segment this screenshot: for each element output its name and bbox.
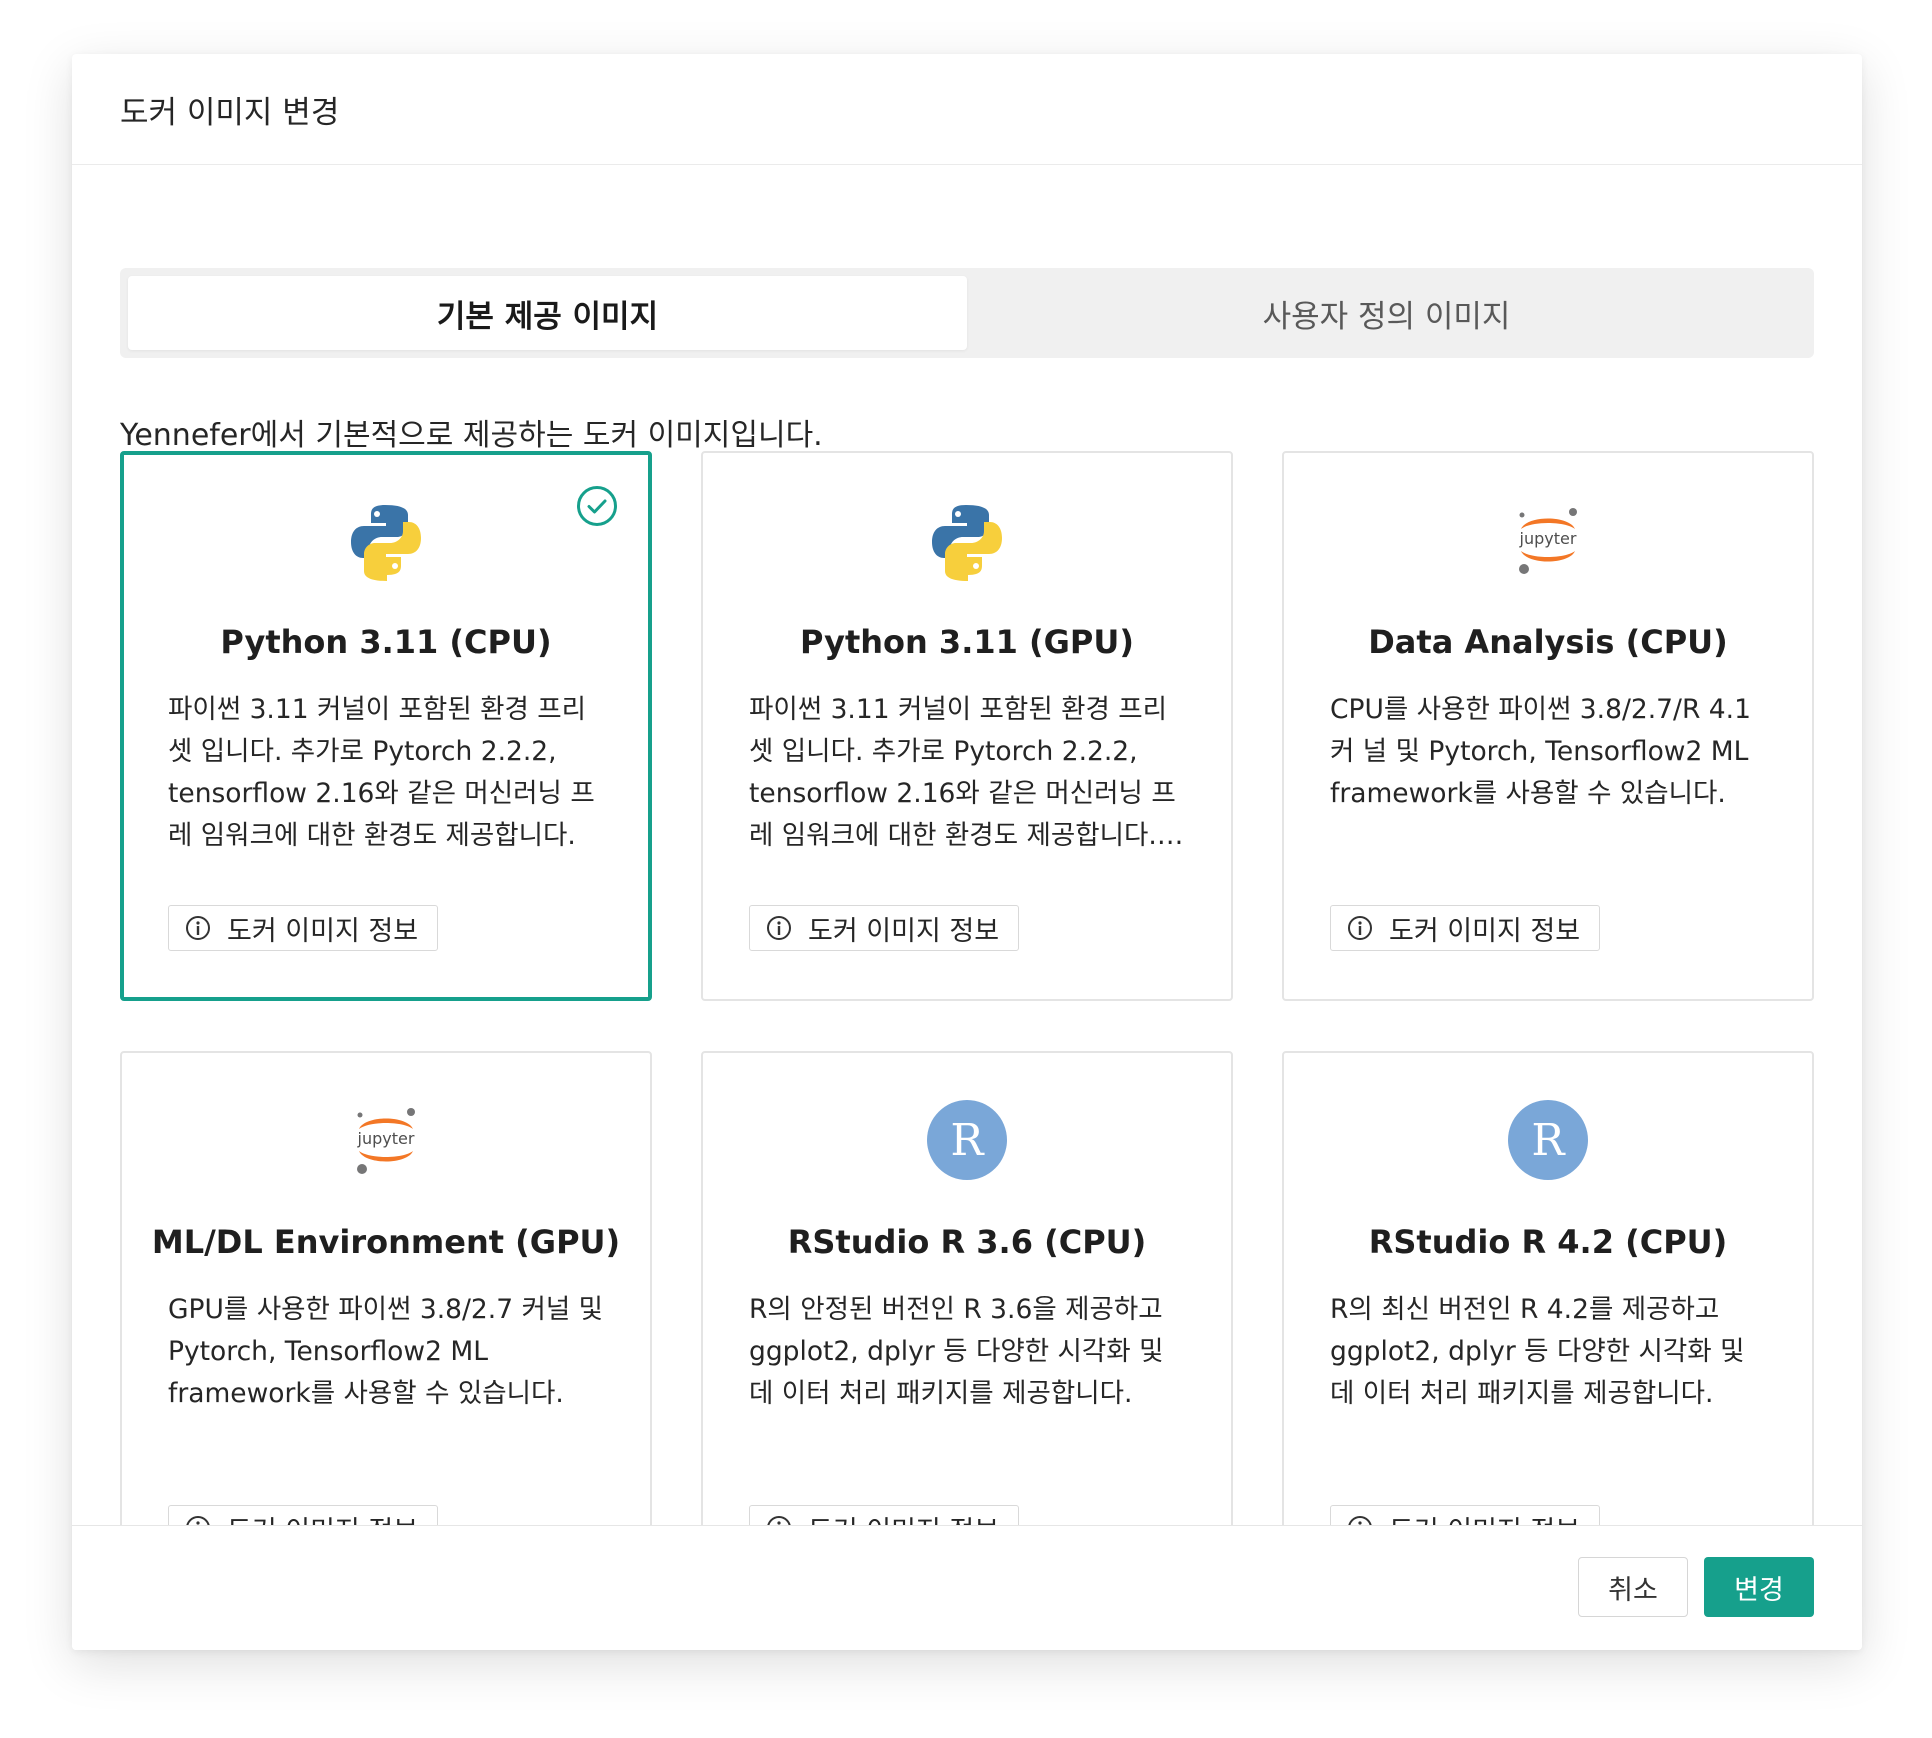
card-title: Python 3.11 (GPU) (800, 623, 1134, 661)
svg-text:jupyter: jupyter (357, 1129, 415, 1148)
svg-text:R: R (950, 1115, 985, 1166)
image-card-rstudio-r42-cpu[interactable]: R RStudio R 4.2 (CPU) R의 최신 버전인 R 4.2를 제… (1282, 1051, 1814, 1526)
card-description: GPU를 사용한 파이썬 3.8/2.7 커널 및 Pytorch, Tenso… (168, 1294, 604, 1409)
card-description: R의 최신 버전인 R 4.2를 제공하고 ggplot2, dplyr 등 다… (1330, 1294, 1745, 1409)
svg-text:R: R (1531, 1115, 1566, 1166)
card-title: RStudio R 4.2 (CPU) (1368, 1223, 1728, 1261)
image-card-ml-dl-gpu[interactable]: jupyter ML/DL Environment (GPU) GPU를 사용한… (120, 1051, 652, 1526)
info-button-label: 도커 이미지 정보 (227, 915, 419, 947)
docker-image-info-button[interactable]: 도커 이미지 정보 (1330, 905, 1600, 951)
change-docker-image-dialog: 도커 이미지 변경 기본 제공 이미지 사용자 정의 이미지 Yennefer에… (72, 54, 1862, 1650)
docker-image-info-button[interactable]: 도커 이미지 정보 (168, 1505, 438, 1526)
tab-custom-images[interactable]: 사용자 정의 이미지 (967, 276, 1806, 350)
intro-text: Yennefer에서 기본적으로 제공하는 도커 이미지입니다. (120, 418, 823, 453)
r-logo-icon: R (1508, 1100, 1588, 1180)
image-card-python-cpu[interactable]: Python 3.11 (CPU) 파이썬 3.11 커널이 포함된 환경 프리… (120, 451, 652, 1001)
cancel-button[interactable]: 취소 (1578, 1557, 1688, 1617)
jupyter-logo-icon: jupyter (357, 1108, 415, 1174)
card-title: Data Analysis (CPU) (1368, 623, 1728, 661)
svg-text:jupyter: jupyter (1519, 529, 1577, 548)
image-card-data-analysis-cpu[interactable]: jupyter Data Analysis (CPU) CPU를 사용한 파이썬… (1282, 451, 1814, 1001)
card-description: 파이썬 3.11 커널이 포함된 환경 프리셋 입니다. 추가로 Pytorch… (168, 694, 595, 851)
dialog-footer: 취소 변경 (72, 1525, 1862, 1650)
docker-image-info-button[interactable]: 도커 이미지 정보 (1330, 1505, 1600, 1526)
python-logo-icon (932, 505, 1002, 581)
card-title: ML/DL Environment (GPU) (151, 1223, 621, 1261)
jupyter-logo-icon: jupyter (1519, 508, 1577, 574)
dialog-body: 기본 제공 이미지 사용자 정의 이미지 Yennefer에서 기본적으로 제공… (72, 165, 1862, 1526)
docker-image-info-button[interactable]: 도커 이미지 정보 (749, 1505, 1019, 1526)
info-icon (186, 916, 210, 940)
docker-image-info-button[interactable]: 도커 이미지 정보 (168, 905, 438, 951)
card-description: R의 안정된 버전인 R 3.6을 제공하고 ggplot2, dplyr 등 … (749, 1294, 1164, 1409)
r-logo-icon: R (927, 1100, 1007, 1180)
change-button[interactable]: 변경 (1704, 1557, 1814, 1617)
dialog-header: 도커 이미지 변경 (72, 54, 1862, 165)
image-type-tabs: 기본 제공 이미지 사용자 정의 이미지 (120, 268, 1814, 358)
dialog-title: 도커 이미지 변경 (120, 94, 340, 131)
info-button-label: 도커 이미지 정보 (1389, 1509, 1580, 1527)
info-button-label: 도커 이미지 정보 (1389, 915, 1581, 947)
info-button-label: 도커 이미지 정보 (227, 1509, 418, 1527)
card-description: 파이썬 3.11 커널이 포함된 환경 프리셋 입니다. 추가로 Pytorch… (749, 694, 1176, 851)
card-title: Python 3.11 (CPU) (220, 623, 552, 661)
card-title: RStudio R 3.6 (CPU) (787, 1223, 1147, 1261)
docker-image-info-button[interactable]: 도커 이미지 정보 (749, 905, 1019, 951)
info-button-label: 도커 이미지 정보 (808, 1509, 999, 1527)
info-button-label: 도커 이미지 정보 (808, 915, 1000, 947)
info-icon (767, 916, 791, 940)
image-card-rstudio-r36-cpu[interactable]: R RStudio R 3.6 (CPU) R의 안정된 버전인 R 3.6을 … (701, 1051, 1233, 1526)
image-card-python-gpu[interactable]: Python 3.11 (GPU) 파이썬 3.11 커널이 포함된 환경 프리… (701, 451, 1233, 1001)
selected-check-icon (577, 486, 617, 526)
card-description: CPU를 사용한 파이썬 3.8/2.7/R 4.1 커 널 및 Pytorch… (1330, 694, 1751, 809)
tab-default-images[interactable]: 기본 제공 이미지 (128, 276, 967, 350)
python-logo-icon (351, 505, 421, 581)
info-icon (1348, 916, 1372, 940)
